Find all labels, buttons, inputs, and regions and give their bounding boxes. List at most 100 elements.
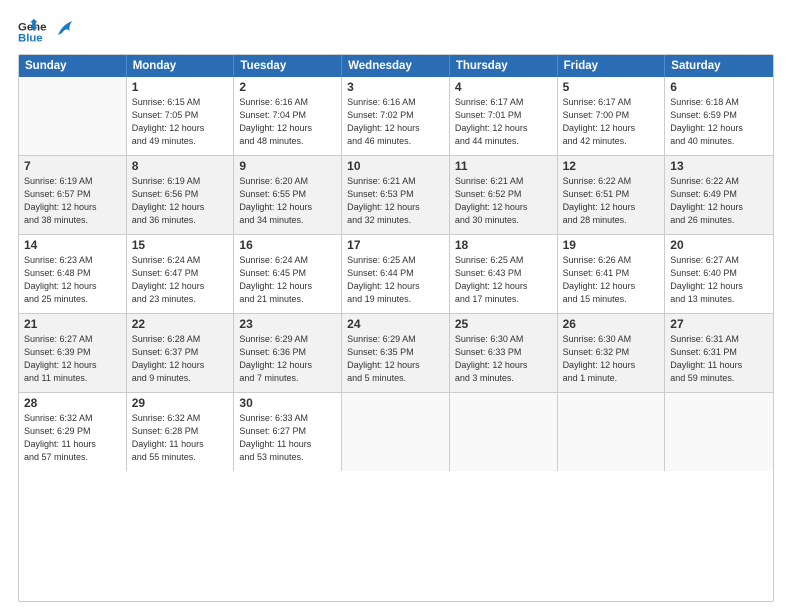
logo-bird-icon bbox=[56, 17, 74, 39]
calendar-week-4: 21 Sunrise: 6:27 AM Sunset: 6:39 PM Dayli… bbox=[19, 314, 773, 393]
day-number: 1 bbox=[132, 80, 229, 94]
calendar-cell-w3-d1: 14 Sunrise: 6:23 AM Sunset: 6:48 PM Dayli… bbox=[19, 235, 127, 313]
day-number: 13 bbox=[670, 159, 768, 173]
header-day-monday: Monday bbox=[127, 55, 235, 77]
svg-text:Blue: Blue bbox=[18, 33, 43, 45]
day-number: 25 bbox=[455, 317, 552, 331]
day-details: Sunrise: 6:28 AM Sunset: 6:37 PM Dayligh… bbox=[132, 333, 229, 385]
day-details: Sunrise: 6:17 AM Sunset: 7:00 PM Dayligh… bbox=[563, 96, 660, 148]
day-number: 28 bbox=[24, 396, 121, 410]
calendar-cell-w4-d1: 21 Sunrise: 6:27 AM Sunset: 6:39 PM Dayli… bbox=[19, 314, 127, 392]
day-details: Sunrise: 6:16 AM Sunset: 7:02 PM Dayligh… bbox=[347, 96, 444, 148]
day-number: 16 bbox=[239, 238, 336, 252]
calendar-cell-w1-d6: 5 Sunrise: 6:17 AM Sunset: 7:00 PM Daylig… bbox=[558, 77, 666, 155]
day-number: 8 bbox=[132, 159, 229, 173]
day-details: Sunrise: 6:30 AM Sunset: 6:32 PM Dayligh… bbox=[563, 333, 660, 385]
day-details: Sunrise: 6:29 AM Sunset: 6:35 PM Dayligh… bbox=[347, 333, 444, 385]
calendar: SundayMondayTuesdayWednesdayThursdayFrid… bbox=[18, 54, 774, 602]
day-details: Sunrise: 6:32 AM Sunset: 6:28 PM Dayligh… bbox=[132, 412, 229, 464]
day-number: 14 bbox=[24, 238, 121, 252]
calendar-cell-w1-d7: 6 Sunrise: 6:18 AM Sunset: 6:59 PM Daylig… bbox=[665, 77, 773, 155]
day-details: Sunrise: 6:25 AM Sunset: 6:43 PM Dayligh… bbox=[455, 254, 552, 306]
logo: General Blue bbox=[18, 18, 74, 46]
calendar-cell-w2-d6: 12 Sunrise: 6:22 AM Sunset: 6:51 PM Dayli… bbox=[558, 156, 666, 234]
day-number: 6 bbox=[670, 80, 768, 94]
calendar-cell-w2-d5: 11Sunrise: 6:21 AM Sunset: 6:52 PM Dayli… bbox=[450, 156, 558, 234]
day-details: Sunrise: 6:24 AM Sunset: 6:47 PM Dayligh… bbox=[132, 254, 229, 306]
day-number: 20 bbox=[670, 238, 768, 252]
day-number: 24 bbox=[347, 317, 444, 331]
day-number: 17 bbox=[347, 238, 444, 252]
day-details: Sunrise: 6:18 AM Sunset: 6:59 PM Dayligh… bbox=[670, 96, 768, 148]
calendar-cell-w5-d4 bbox=[342, 393, 450, 471]
day-details: Sunrise: 6:27 AM Sunset: 6:40 PM Dayligh… bbox=[670, 254, 768, 306]
calendar-cell-w5-d3: 30 Sunrise: 6:33 AM Sunset: 6:27 PM Dayli… bbox=[234, 393, 342, 471]
calendar-cell-w3-d4: 17Sunrise: 6:25 AM Sunset: 6:44 PM Dayli… bbox=[342, 235, 450, 313]
header-day-tuesday: Tuesday bbox=[234, 55, 342, 77]
header-day-friday: Friday bbox=[558, 55, 666, 77]
calendar-cell-w3-d2: 15 Sunrise: 6:24 AM Sunset: 6:47 PM Dayli… bbox=[127, 235, 235, 313]
calendar-week-3: 14 Sunrise: 6:23 AM Sunset: 6:48 PM Dayli… bbox=[19, 235, 773, 314]
day-details: Sunrise: 6:21 AM Sunset: 6:53 PM Dayligh… bbox=[347, 175, 444, 227]
day-details: Sunrise: 6:30 AM Sunset: 6:33 PM Dayligh… bbox=[455, 333, 552, 385]
calendar-week-1: 1 Sunrise: 6:15 AM Sunset: 7:05 PM Daylig… bbox=[19, 77, 773, 156]
day-number: 15 bbox=[132, 238, 229, 252]
header-day-saturday: Saturday bbox=[665, 55, 773, 77]
day-details: Sunrise: 6:24 AM Sunset: 6:45 PM Dayligh… bbox=[239, 254, 336, 306]
calendar-cell-w5-d6 bbox=[558, 393, 666, 471]
day-number: 4 bbox=[455, 80, 552, 94]
day-details: Sunrise: 6:26 AM Sunset: 6:41 PM Dayligh… bbox=[563, 254, 660, 306]
calendar-cell-w4-d6: 26 Sunrise: 6:30 AM Sunset: 6:32 PM Dayli… bbox=[558, 314, 666, 392]
day-details: Sunrise: 6:29 AM Sunset: 6:36 PM Dayligh… bbox=[239, 333, 336, 385]
calendar-cell-w1-d3: 2 Sunrise: 6:16 AM Sunset: 7:04 PM Daylig… bbox=[234, 77, 342, 155]
day-number: 29 bbox=[132, 396, 229, 410]
day-number: 22 bbox=[132, 317, 229, 331]
calendar-page: General Blue SundayMondayTuesdayWednesda… bbox=[0, 0, 792, 612]
calendar-cell-w5-d2: 29 Sunrise: 6:32 AM Sunset: 6:28 PM Dayli… bbox=[127, 393, 235, 471]
calendar-cell-w3-d6: 19Sunrise: 6:26 AM Sunset: 6:41 PM Dayli… bbox=[558, 235, 666, 313]
day-details: Sunrise: 6:15 AM Sunset: 7:05 PM Dayligh… bbox=[132, 96, 229, 148]
calendar-cell-w4-d5: 25 Sunrise: 6:30 AM Sunset: 6:33 PM Dayli… bbox=[450, 314, 558, 392]
calendar-body: 1 Sunrise: 6:15 AM Sunset: 7:05 PM Daylig… bbox=[19, 77, 773, 471]
day-number: 7 bbox=[24, 159, 121, 173]
calendar-week-2: 7Sunrise: 6:19 AM Sunset: 6:57 PM Daylig… bbox=[19, 156, 773, 235]
logo-icon: General Blue bbox=[18, 18, 46, 46]
calendar-cell-w1-d1 bbox=[19, 77, 127, 155]
day-details: Sunrise: 6:16 AM Sunset: 7:04 PM Dayligh… bbox=[239, 96, 336, 148]
day-number: 2 bbox=[239, 80, 336, 94]
calendar-cell-w4-d4: 24 Sunrise: 6:29 AM Sunset: 6:35 PM Dayli… bbox=[342, 314, 450, 392]
day-number: 12 bbox=[563, 159, 660, 173]
day-details: Sunrise: 6:23 AM Sunset: 6:48 PM Dayligh… bbox=[24, 254, 121, 306]
calendar-cell-w2-d4: 10 Sunrise: 6:21 AM Sunset: 6:53 PM Dayli… bbox=[342, 156, 450, 234]
calendar-cell-w1-d5: 4 Sunrise: 6:17 AM Sunset: 7:01 PM Daylig… bbox=[450, 77, 558, 155]
calendar-cell-w3-d3: 16 Sunrise: 6:24 AM Sunset: 6:45 PM Dayli… bbox=[234, 235, 342, 313]
day-details: Sunrise: 6:27 AM Sunset: 6:39 PM Dayligh… bbox=[24, 333, 121, 385]
day-number: 10 bbox=[347, 159, 444, 173]
calendar-cell-w2-d7: 13 Sunrise: 6:22 AM Sunset: 6:49 PM Dayli… bbox=[665, 156, 773, 234]
calendar-cell-w5-d5 bbox=[450, 393, 558, 471]
day-number: 21 bbox=[24, 317, 121, 331]
calendar-cell-w1-d2: 1 Sunrise: 6:15 AM Sunset: 7:05 PM Daylig… bbox=[127, 77, 235, 155]
calendar-cell-w1-d4: 3 Sunrise: 6:16 AM Sunset: 7:02 PM Daylig… bbox=[342, 77, 450, 155]
day-details: Sunrise: 6:33 AM Sunset: 6:27 PM Dayligh… bbox=[239, 412, 336, 464]
day-number: 3 bbox=[347, 80, 444, 94]
day-number: 30 bbox=[239, 396, 336, 410]
day-number: 5 bbox=[563, 80, 660, 94]
day-number: 23 bbox=[239, 317, 336, 331]
day-number: 18 bbox=[455, 238, 552, 252]
calendar-cell-w4-d2: 22 Sunrise: 6:28 AM Sunset: 6:37 PM Dayli… bbox=[127, 314, 235, 392]
day-number: 26 bbox=[563, 317, 660, 331]
svg-text:General: General bbox=[18, 21, 46, 33]
calendar-week-5: 28 Sunrise: 6:32 AM Sunset: 6:29 PM Dayli… bbox=[19, 393, 773, 471]
day-details: Sunrise: 6:32 AM Sunset: 6:29 PM Dayligh… bbox=[24, 412, 121, 464]
day-details: Sunrise: 6:22 AM Sunset: 6:51 PM Dayligh… bbox=[563, 175, 660, 227]
calendar-cell-w5-d1: 28 Sunrise: 6:32 AM Sunset: 6:29 PM Dayli… bbox=[19, 393, 127, 471]
calendar-cell-w4-d3: 23 Sunrise: 6:29 AM Sunset: 6:36 PM Dayli… bbox=[234, 314, 342, 392]
calendar-cell-w5-d7 bbox=[665, 393, 773, 471]
calendar-cell-w4-d7: 27Sunrise: 6:31 AM Sunset: 6:31 PM Dayli… bbox=[665, 314, 773, 392]
calendar-cell-w2-d2: 8Sunrise: 6:19 AM Sunset: 6:56 PM Daylig… bbox=[127, 156, 235, 234]
day-details: Sunrise: 6:31 AM Sunset: 6:31 PM Dayligh… bbox=[670, 333, 768, 385]
day-details: Sunrise: 6:17 AM Sunset: 7:01 PM Dayligh… bbox=[455, 96, 552, 148]
day-details: Sunrise: 6:22 AM Sunset: 6:49 PM Dayligh… bbox=[670, 175, 768, 227]
calendar-cell-w2-d3: 9Sunrise: 6:20 AM Sunset: 6:55 PM Daylig… bbox=[234, 156, 342, 234]
